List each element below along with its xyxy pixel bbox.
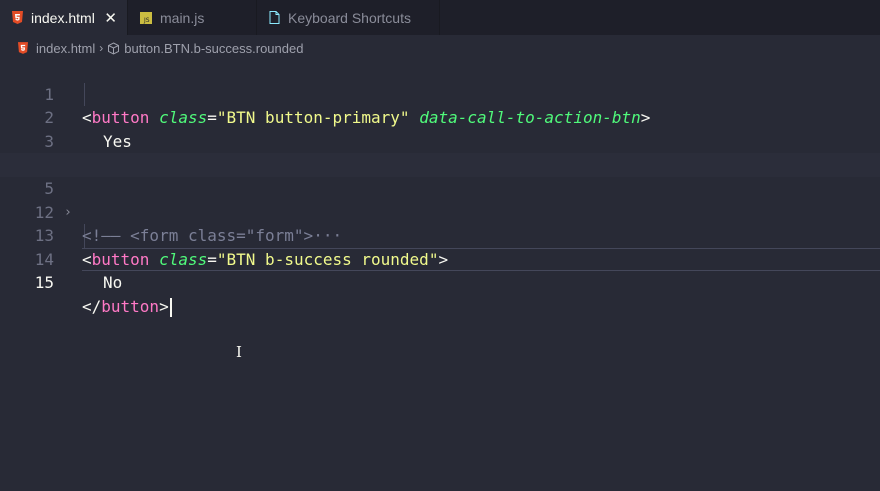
html5-icon [18, 42, 28, 54]
code-line[interactable]: 13 <button class="BTN b-success rounded"… [0, 201, 880, 269]
tab-keyboard-shortcuts[interactable]: Keyboard Shortcuts [257, 0, 440, 35]
code-editor[interactable]: 1 <button class="BTN button-primary" dat… [0, 59, 880, 491]
breadcrumb-symbol[interactable]: button.BTN.b-success.rounded [124, 41, 303, 56]
code-line-current[interactable]: 15 </button> [0, 248, 880, 317]
document-icon [269, 11, 280, 24]
code-line[interactable]: 3 </button> [0, 106, 880, 175]
cube-icon [107, 41, 120, 55]
code-line[interactable]: 1 <button class="BTN button-primary" dat… [0, 59, 880, 128]
code-line[interactable]: 2 Yes [0, 83, 880, 151]
text-cursor [169, 297, 172, 317]
tab-label: main.js [160, 9, 205, 26]
punctuation: </ [82, 296, 102, 316]
code-line[interactable]: 12 [0, 177, 880, 222]
line-content[interactable]: </button> [82, 295, 172, 319]
tab-index-html[interactable]: index.html ✕ [0, 0, 128, 35]
chevron-right-icon: › [99, 41, 104, 55]
tag-name: button [101, 296, 160, 316]
tab-label: Keyboard Shortcuts [288, 9, 411, 26]
tab-label: index.html [31, 9, 95, 26]
javascript-icon: JS [140, 11, 152, 24]
close-icon[interactable]: ✕ [104, 9, 117, 27]
breadcrumb: index.html › button.BTN.b-success.rounde… [0, 37, 880, 59]
folded-code-line[interactable]: 5 › <!—— <form class="form">··· [0, 153, 880, 245]
svg-text:JS: JS [143, 17, 150, 24]
mouse-ibeam-cursor-icon: I [236, 343, 242, 361]
tab-main-js[interactable]: JS main.js [128, 0, 257, 35]
tab-bar: index.html ✕ JS main.js Keyboard Shortcu… [0, 0, 880, 35]
line-number: 15 [34, 273, 54, 293]
punctuation: > [159, 296, 169, 316]
code-line[interactable]: 14 No [0, 224, 880, 293]
code-line[interactable]: 4 [0, 130, 880, 174]
html5-icon [12, 11, 23, 24]
breadcrumb-file[interactable]: index.html [36, 41, 95, 56]
text-content[interactable]: No [103, 271, 122, 295]
